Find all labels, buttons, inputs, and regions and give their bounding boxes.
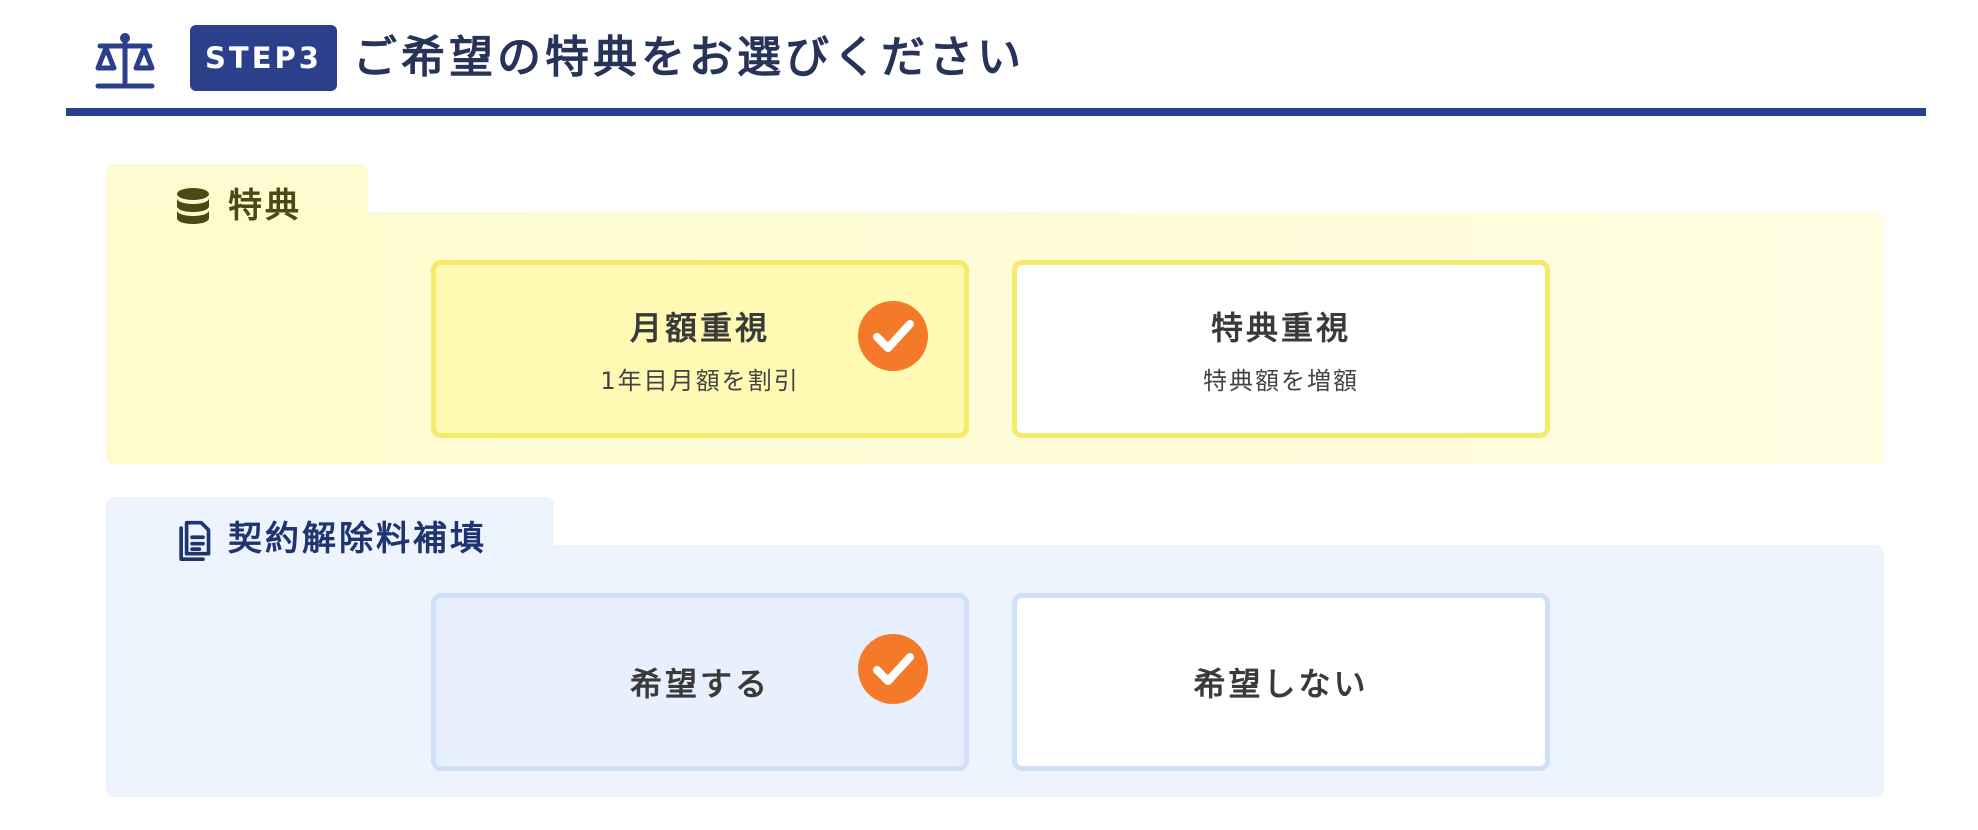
page-title: ご希望の特典をお選びください [353, 32, 1025, 83]
option-subtitle: 特典額を増額 [1203, 366, 1359, 395]
option-subtitle: 1年目月額を割引 [600, 366, 800, 395]
option-monthly-priority[interactable]: 月額重視 1年目月額を割引 [431, 260, 969, 438]
option-title: 特典重視 [1210, 308, 1351, 347]
check-icon [858, 301, 928, 371]
option-title: 希望する [629, 665, 770, 703]
cancellation-fee-section-panel [106, 545, 1884, 797]
step-badge: STEP3 [190, 25, 337, 91]
benefit-section: 特典 月額重視 1年目月額を割引 特典重視 特典額を増額 [106, 164, 1884, 464]
database-icon [177, 188, 209, 224]
header-divider [66, 108, 1926, 116]
step-header: STEP3 ご希望の特典をお選びください [66, 0, 1926, 118]
cancellation-fee-section: 契約解除料補填 希望する 希望しない [106, 497, 1884, 797]
option-title: 希望しない [1193, 665, 1369, 703]
option-benefit-priority[interactable]: 特典重視 特典額を増額 [1012, 260, 1550, 438]
cancellation-fee-section-label: 契約解除料補填 [228, 519, 487, 559]
scale-icon [95, 33, 155, 89]
check-icon [858, 634, 928, 704]
benefit-section-label: 特典 [228, 186, 302, 226]
option-no-wish[interactable]: 希望しない [1012, 593, 1550, 771]
document-icon [179, 520, 211, 561]
option-title: 月額重視 [629, 308, 770, 347]
benefit-section-panel [106, 212, 1884, 464]
option-wish[interactable]: 希望する [431, 593, 969, 771]
